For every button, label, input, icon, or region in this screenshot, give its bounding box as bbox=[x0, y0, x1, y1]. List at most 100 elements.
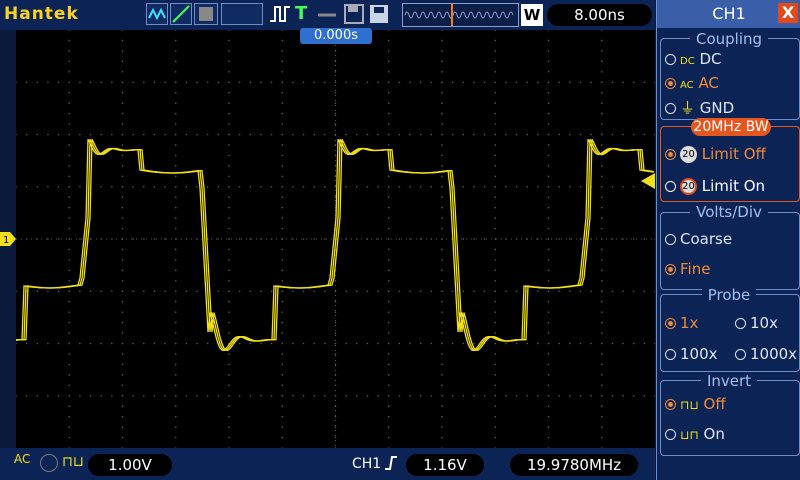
grid-dot bbox=[579, 394, 582, 397]
grid-dot bbox=[228, 175, 230, 178]
grid-dot bbox=[334, 332, 337, 334]
grid-dot bbox=[281, 405, 284, 408]
grid-dot bbox=[611, 394, 614, 397]
grid-dot bbox=[558, 185, 560, 188]
volts-fine-option[interactable]: Fine bbox=[665, 260, 710, 278]
grid-dot bbox=[228, 50, 230, 52]
grid-dot bbox=[334, 436, 337, 439]
trigger-level-marker[interactable] bbox=[641, 173, 655, 193]
grid-dot bbox=[600, 133, 603, 136]
save-icon[interactable] bbox=[343, 3, 365, 25]
grid-dot bbox=[387, 217, 390, 219]
volts-section bbox=[660, 212, 800, 290]
invert-on-option[interactable]: ⊔⊓ On bbox=[665, 425, 725, 443]
grid-dot bbox=[558, 238, 560, 240]
grid-dot bbox=[441, 217, 443, 219]
disk-icon[interactable] bbox=[368, 3, 390, 25]
grid-dot bbox=[174, 363, 177, 366]
grid-dot bbox=[121, 102, 124, 104]
grid-dot bbox=[121, 394, 124, 397]
bw-limit-off-option[interactable]: 20 Limit Off bbox=[665, 145, 766, 163]
volts-coarse-option[interactable]: Coarse bbox=[665, 230, 732, 248]
coupling-dc-option[interactable]: DC DC bbox=[665, 50, 722, 68]
grid-dot bbox=[324, 238, 326, 240]
trigger-position-label[interactable]: 0.000s bbox=[300, 28, 372, 44]
trigger-level-readout[interactable]: 1.16V bbox=[406, 454, 484, 476]
bw-title: 20MHz BW bbox=[691, 118, 771, 136]
grid-dot bbox=[281, 426, 284, 428]
grid-dot bbox=[174, 71, 177, 73]
grid-dot bbox=[79, 290, 81, 293]
grid-dot bbox=[419, 342, 422, 345]
memory-depth-bar[interactable] bbox=[402, 3, 519, 27]
grid-dot bbox=[228, 290, 230, 293]
probe-10x-option[interactable]: 10x bbox=[735, 314, 778, 332]
grid-dot bbox=[632, 81, 635, 84]
grid-dot bbox=[121, 384, 124, 387]
grid-dot bbox=[409, 342, 411, 345]
persist-icon[interactable] bbox=[194, 3, 218, 25]
grid-dot bbox=[228, 436, 230, 439]
grid-dot bbox=[441, 405, 443, 408]
grid-dot bbox=[313, 342, 316, 345]
invert-off-option[interactable]: ⊓⊔ Off bbox=[665, 395, 726, 413]
grid-dot bbox=[217, 81, 220, 84]
grid-dot bbox=[36, 133, 39, 136]
volts-div-readout[interactable]: 1.00V bbox=[88, 454, 172, 476]
grid-dot bbox=[387, 300, 390, 303]
wave-mode-icon[interactable] bbox=[146, 3, 168, 25]
grid-dot bbox=[270, 133, 273, 136]
grid-dot bbox=[15, 133, 17, 136]
grid-dot bbox=[121, 133, 124, 136]
grid-dot bbox=[196, 342, 198, 345]
grid-dot bbox=[121, 71, 124, 73]
grid-dot bbox=[494, 280, 497, 282]
grid-dot bbox=[153, 238, 156, 240]
probe-100x-option[interactable]: 100x bbox=[665, 345, 718, 363]
timebase-w-icon[interactable]: W bbox=[521, 4, 543, 26]
grid-dot bbox=[281, 394, 284, 397]
grid-dot bbox=[622, 290, 624, 293]
grid-dot bbox=[68, 102, 71, 104]
grid-dot bbox=[462, 238, 465, 240]
waveform-display[interactable] bbox=[15, 29, 656, 449]
line-icon[interactable] bbox=[170, 3, 192, 25]
grid-dot bbox=[334, 123, 337, 125]
pulse-icon[interactable] bbox=[268, 3, 292, 25]
grid-dot bbox=[15, 290, 17, 293]
grid-dot bbox=[281, 185, 284, 188]
grid-dot bbox=[36, 290, 39, 293]
grid-dot bbox=[569, 238, 571, 240]
bw-limit-on-option[interactable]: 20 Limit On bbox=[665, 177, 765, 195]
grid-dot bbox=[494, 290, 497, 293]
grid-dot bbox=[292, 133, 294, 136]
channel1-marker[interactable]: 1 bbox=[0, 231, 16, 250]
grid-dot bbox=[505, 133, 507, 136]
grid-dot bbox=[356, 185, 358, 188]
grid-dot bbox=[537, 185, 539, 188]
grid-dot bbox=[473, 81, 475, 84]
probe-1x-option[interactable]: 1x bbox=[665, 314, 698, 332]
grid-dot bbox=[494, 426, 497, 428]
grid-dot bbox=[579, 81, 582, 84]
grid-dot bbox=[600, 112, 603, 115]
grid-dot bbox=[643, 290, 646, 293]
timebase-readout[interactable]: 8.00ns bbox=[547, 4, 652, 26]
grid-dot bbox=[547, 384, 550, 387]
grid-dot bbox=[292, 238, 294, 240]
grid-dot bbox=[281, 248, 284, 251]
grid-dot bbox=[419, 394, 422, 397]
grid-dot bbox=[441, 311, 443, 313]
grid-dot bbox=[622, 81, 624, 84]
grid-dot bbox=[377, 342, 379, 345]
probe-1000x-option[interactable]: 1000x bbox=[735, 345, 797, 363]
close-button[interactable]: X bbox=[778, 3, 798, 23]
grid-dot bbox=[143, 394, 145, 397]
grid-dot bbox=[462, 133, 465, 136]
trigger-t-icon[interactable]: T bbox=[295, 3, 313, 25]
coupling-gnd-option[interactable]: ⏚ GND bbox=[665, 97, 734, 118]
grid-dot bbox=[590, 290, 592, 293]
grid-dot bbox=[281, 269, 284, 272]
grid-dot bbox=[313, 290, 316, 293]
coupling-ac-option[interactable]: AC AC bbox=[665, 74, 719, 92]
